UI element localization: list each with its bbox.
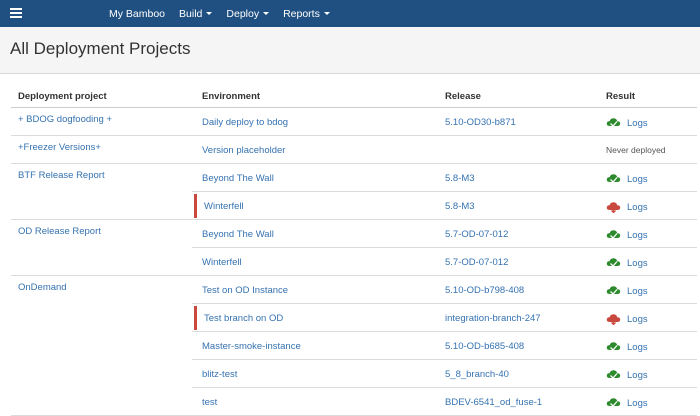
environment-link[interactable]: Daily deploy to bdog xyxy=(202,117,288,128)
release-link[interactable]: BDEV-6541_od_fuse-1 xyxy=(445,397,542,408)
nav-reports-menu[interactable]: Reports xyxy=(283,8,330,20)
release-link[interactable]: 5.7-OD-07-012 xyxy=(445,257,508,268)
deploy-success-cloud-icon xyxy=(606,174,621,183)
deploy-success-cloud-icon xyxy=(606,286,621,295)
result-cell: Never deployed xyxy=(606,145,666,155)
release-link[interactable]: 5.10-OD-b685-408 xyxy=(445,341,524,352)
column-header-project: Deployment project xyxy=(18,91,107,102)
table-row: Winterfell 5.7-OD-07-012 Logs xyxy=(11,248,697,276)
result-cell: Logs xyxy=(606,117,648,129)
table-row: BTF Release Report Beyond The Wall 5.8-M3 L… xyxy=(11,164,697,192)
deploy-success-cloud-icon xyxy=(606,230,621,239)
chevron-down-icon xyxy=(323,12,330,15)
result-cell: Logs xyxy=(606,173,648,185)
environment-link[interactable]: Winterfell xyxy=(202,257,242,268)
failure-indicator xyxy=(194,306,197,330)
release-link[interactable]: 5.8-M3 xyxy=(445,201,475,212)
release-link[interactable]: 5.7-OD-07-012 xyxy=(445,229,508,240)
logs-link[interactable]: Logs xyxy=(627,398,648,409)
environment-link[interactable]: test xyxy=(202,397,217,408)
top-navigation-bar: My Bamboo Build Deploy Reports xyxy=(0,0,700,27)
result-cell: Logs xyxy=(606,201,648,213)
project-link[interactable]: +Freezer Versions+ xyxy=(18,142,101,153)
result-cell: Logs xyxy=(606,341,648,353)
chevron-down-icon xyxy=(263,12,270,15)
release-link[interactable]: integration-branch-247 xyxy=(445,313,541,324)
column-header-environment: Environment xyxy=(202,91,261,102)
environment-link[interactable]: Test branch on OD xyxy=(204,313,283,324)
deploy-success-cloud-icon xyxy=(606,118,621,127)
result-cell: Logs xyxy=(606,369,648,381)
nav-deploy-menu[interactable]: Deploy xyxy=(226,7,270,20)
table-row: +Freezer Versions+ Version placeholder Nev… xyxy=(11,136,697,164)
chevron-down-icon xyxy=(206,12,213,15)
logs-link[interactable]: Logs xyxy=(627,370,648,381)
release-link[interactable]: 5.10-OD-b798-408 xyxy=(445,285,524,296)
nav-deploy-label: Deploy xyxy=(226,7,260,20)
deploy-failed-cloud-icon xyxy=(606,202,621,213)
project-link[interactable]: OD Release Report xyxy=(18,226,101,237)
table-row: Master-smoke-instance 5.10-OD-b685-408 Log… xyxy=(11,332,697,360)
column-header-result: Result xyxy=(606,91,636,102)
environment-link[interactable]: Beyond The Wall xyxy=(202,173,274,184)
deploy-success-cloud-icon xyxy=(606,398,621,407)
logs-link[interactable]: Logs xyxy=(627,174,648,185)
project-link[interactable]: OnDemand xyxy=(18,282,67,293)
project-link[interactable]: BTF Release Report xyxy=(18,170,105,181)
deploy-success-cloud-icon xyxy=(606,342,621,351)
main-nav: My Bamboo Build Deploy Reports xyxy=(109,0,344,27)
column-header-release: Release xyxy=(445,91,481,102)
deploy-success-cloud-icon xyxy=(606,370,621,379)
never-deployed-text: Never deployed xyxy=(606,145,666,155)
menu-icon[interactable] xyxy=(10,8,22,18)
release-link[interactable]: 5.10-OD30-b871 xyxy=(445,117,516,128)
table-row: Test branch on OD integration-branch-247 L… xyxy=(11,304,697,332)
table-row: blitz-test 5_8_branch-40 Logs xyxy=(11,360,697,388)
logs-link[interactable]: Logs xyxy=(627,314,648,325)
project-link[interactable]: + BDOG dogfooding + xyxy=(18,114,112,125)
environment-link[interactable]: Test on OD Instance xyxy=(202,285,288,296)
deploy-failed-cloud-icon xyxy=(606,314,621,325)
table-row: test BDEV-6541_od_fuse-1 Logs xyxy=(11,388,697,416)
release-link[interactable]: 5.8-M3 xyxy=(445,173,475,184)
page-header: All Deployment Projects xyxy=(0,27,700,74)
nav-build-label: Build xyxy=(179,7,203,20)
table-body: + BDOG dogfooding + Daily deploy to bdog 5… xyxy=(11,108,697,416)
nav-my-bamboo-label: My Bamboo xyxy=(109,7,166,20)
table-header: Deployment project Environment Release R… xyxy=(11,86,697,108)
result-cell: Logs xyxy=(606,313,648,325)
logs-link[interactable]: Logs xyxy=(627,342,648,353)
release-link[interactable]: 5_8_branch-40 xyxy=(445,369,509,380)
failure-indicator xyxy=(194,194,197,218)
logs-link[interactable]: Logs xyxy=(627,118,648,129)
environment-link[interactable]: Version placeholder xyxy=(202,145,285,156)
nav-build-menu[interactable]: Build xyxy=(179,7,213,20)
logs-link[interactable]: Logs xyxy=(627,286,648,297)
result-cell: Logs xyxy=(606,229,648,241)
logs-link[interactable]: Logs xyxy=(627,230,648,241)
nav-my-bamboo[interactable]: My Bamboo xyxy=(109,8,165,20)
environment-link[interactable]: Beyond The Wall xyxy=(202,229,274,240)
environment-link[interactable]: Winterfell xyxy=(204,201,244,212)
table-row: Winterfell 5.8-M3 Logs xyxy=(11,192,697,220)
logs-link[interactable]: Logs xyxy=(627,258,648,269)
page-title: All Deployment Projects xyxy=(10,39,191,58)
result-cell: Logs xyxy=(606,257,648,269)
table-row: OnDemand Test on OD Instance 5.10-OD-b798-… xyxy=(11,276,697,304)
result-cell: Logs xyxy=(606,285,648,297)
environment-link[interactable]: Master-smoke-instance xyxy=(202,341,301,352)
table-row: OD Release Report Beyond The Wall 5.7-OD-0… xyxy=(11,220,697,248)
environment-link[interactable]: blitz-test xyxy=(202,369,237,380)
deployment-projects-table: Deployment project Environment Release R… xyxy=(11,86,697,416)
result-cell: Logs xyxy=(606,397,648,409)
table-row: + BDOG dogfooding + Daily deploy to bdog 5… xyxy=(11,108,697,136)
deploy-success-cloud-icon xyxy=(606,258,621,267)
nav-reports-label: Reports xyxy=(283,7,320,20)
logs-link[interactable]: Logs xyxy=(627,202,648,213)
